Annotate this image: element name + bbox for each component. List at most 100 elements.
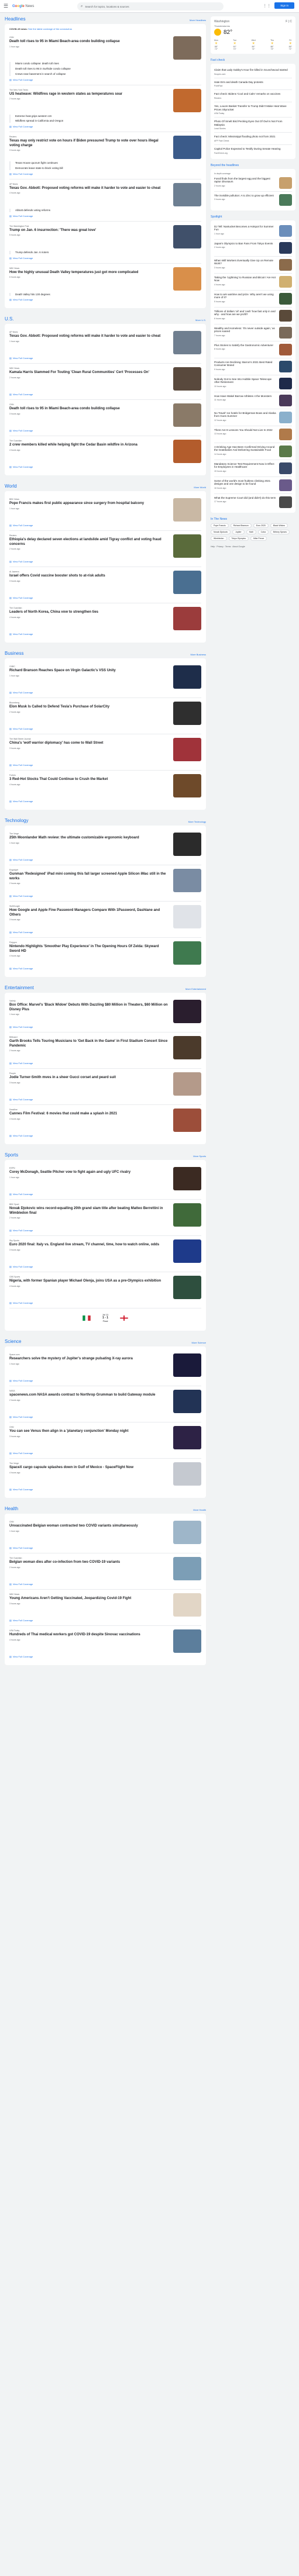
spotlight-thumbnail[interactable] [279, 343, 292, 355]
full-coverage-link[interactable]: ▤ View Full Coverage [9, 78, 201, 81]
story-thumbnail[interactable] [173, 136, 201, 160]
full-coverage-link[interactable]: ▤ View Full Coverage [9, 524, 201, 527]
story-source[interactable]: NASA [9, 1390, 169, 1392]
story-source[interactable]: Engadget [9, 869, 169, 871]
spotlight-thumbnail[interactable] [279, 225, 292, 237]
spotlight-headline[interactable]: What the Supreme Court did (and didn't) … [214, 496, 277, 500]
story-item[interactable]: The Verge SpaceX cargo capsule splashes d… [9, 1459, 201, 1494]
story-headline[interactable]: Garth Brooks Tells Touring Musicians to … [9, 1040, 169, 1048]
story-thumbnail[interactable] [173, 88, 201, 112]
story-source[interactable]: USA Today [9, 1629, 169, 1632]
full-coverage-link[interactable]: ▤ View Full Coverage [9, 691, 201, 694]
full-coverage-link[interactable]: ▤ View Full Coverage [9, 298, 201, 301]
full-coverage-link[interactable]: ▤ View Full Coverage [9, 596, 201, 599]
story-thumbnail[interactable] [173, 833, 201, 857]
full-coverage-link[interactable]: ▤ View Full Coverage [9, 1193, 201, 1196]
beyond-item[interactable]: Fossil finds from the largest egg and th… [214, 175, 292, 192]
related-headline[interactable]: Extreme heat grips western US [15, 115, 201, 118]
fact_check-title[interactable]: Fact check [211, 58, 295, 62]
story-source[interactable]: CNN [9, 36, 169, 39]
beyond-thumbnail[interactable] [279, 177, 292, 189]
story-thumbnail[interactable] [173, 1353, 201, 1377]
story-source[interactable]: 9to5Google [9, 905, 169, 907]
more-link[interactable]: More Health [193, 1508, 206, 1511]
spotlight-headline[interactable]: DJ Tell: Nantucket Becomes a Hotspot for… [214, 225, 277, 232]
apps-grid-icon[interactable]: ⋮⋮ [263, 4, 271, 8]
spotlight-headline[interactable]: Products Are Declining: Barron's 2021 Be… [214, 361, 277, 367]
story-source[interactable]: CBS Sports [9, 1276, 169, 1278]
full-coverage-link[interactable]: ▤ View Full Coverage [9, 931, 201, 934]
more-link[interactable]: More Technology [188, 820, 206, 823]
topic-chip[interactable]: Black Widow [270, 523, 288, 528]
more-link[interactable]: More Headlines [190, 19, 206, 22]
topic-chip[interactable]: Mike Pence [250, 536, 267, 541]
story-thumbnail[interactable] [173, 1521, 201, 1545]
story-headline[interactable]: Belgian woman dies after co-infection fr… [9, 1560, 169, 1565]
full-coverage-link[interactable]: ▤ View Full Coverage [9, 1619, 201, 1622]
spotlight-thumbnail[interactable] [279, 411, 292, 423]
related-headline[interactable]: Wildfires spread in California and Orego… [15, 119, 201, 123]
story-source[interactable]: The Washington Post [9, 225, 169, 227]
weather-card[interactable]: Washington F | C Thunderstorms 82° Mon ☀ 88° 72… [211, 16, 295, 54]
fact_check-headline[interactable]: Yes, Louvre Basket Transfer to Trump Did… [214, 105, 292, 111]
story-item[interactable]: NBC News How the highly unusual Death Val… [9, 264, 201, 305]
story-source[interactable]: Deadline [9, 1109, 169, 1111]
story-source[interactable]: CNN [9, 1426, 169, 1428]
story-thumbnail[interactable] [173, 941, 201, 965]
more-link[interactable]: More Science [192, 1341, 206, 1344]
story-headline[interactable]: How Google and Apple Fine Password Manag… [9, 909, 169, 917]
search-icon[interactable]: ⌕ [81, 5, 83, 9]
story-source[interactable]: NBC News [9, 367, 169, 370]
story-item[interactable]: People Jodie Turner-Smith mves in a sheer… [9, 1069, 201, 1106]
google-news-logo[interactable]: Google News [12, 5, 34, 8]
story-item[interactable]: CNN You can see Venus then align in a 'pl… [9, 1422, 201, 1459]
story-thumbnail[interactable] [173, 1203, 201, 1227]
full-coverage-link[interactable]: ▤ View Full Coverage [9, 800, 201, 803]
story-thumbnail[interactable] [173, 738, 201, 762]
spotlight-thumbnail[interactable] [279, 377, 292, 389]
beyond-thumbnail[interactable] [279, 194, 292, 206]
spotlight-item[interactable]: Some of the world's most fruitless climb… [214, 477, 292, 494]
fact_check-item[interactable]: Yes, Louvre Basket Transfer to Trump Did… [214, 102, 292, 118]
section-title[interactable]: Health [5, 1506, 18, 1511]
story-headline[interactable]: 25th Moonlander Math review: the ultimat… [9, 836, 169, 841]
story-headline[interactable]: Corey McDonagh, Seattle Pitcher vow to f… [9, 1170, 169, 1175]
section-title[interactable]: Headlines [5, 16, 26, 22]
spotlight-item[interactable]: Trillions of dollars 'oil' and 'cash' ho… [214, 308, 292, 324]
related-headline[interactable]: Trump defends Jan. 6 rioters [15, 251, 201, 254]
story-thumbnail[interactable] [173, 774, 201, 798]
spotlight-item[interactable]: Nobody Got to See Into Hubble Space Tele… [214, 375, 292, 392]
story-headline[interactable]: Box Office: Marvel's 'Black Widow' Debut… [9, 1003, 169, 1012]
search-input[interactable]: Search for topics, locations & sources [85, 5, 129, 8]
story-source[interactable]: The Guardian [9, 1557, 169, 1559]
story-item[interactable]: Deadline Cannes Film Festival: 6 movies t… [9, 1105, 201, 1141]
story-source[interactable]: Bloomberg [9, 702, 169, 704]
fact_check-item[interactable]: Fact check: Mississippi flooding photo n… [214, 133, 292, 145]
related-headline[interactable]: Miami condo collapse: death toll rises [15, 62, 201, 65]
story-item[interactable]: The Washington Post Trump on Jan. 6 insur… [9, 222, 201, 264]
search-box[interactable]: ⌕ Search for topics, locations & sources [77, 2, 224, 11]
story-thumbnail[interactable] [173, 1072, 201, 1096]
story-source[interactable]: BBC Sport [9, 1203, 169, 1206]
story-headline[interactable]: How the highly unusual Death Valley temp… [9, 271, 169, 275]
topic-chip[interactable]: Wimbledon [211, 536, 227, 541]
story-source[interactable]: Forbes [9, 774, 169, 776]
topic-chip[interactable]: Novak Djokovic [211, 529, 231, 534]
story-headline[interactable]: Nintendo Highlights 'Smoother Play Exper… [9, 945, 169, 954]
spotlight-headline[interactable]: When Will Workers Eventually Give Up on … [214, 259, 277, 265]
beyond-headline[interactable]: Fossil finds from the largest egg and th… [214, 177, 277, 184]
spotlight-thumbnail[interactable] [279, 309, 292, 322]
spotlight-item[interactable]: Taking the 'Lightning' to Russian and Bi… [214, 274, 292, 291]
story-headline[interactable]: spacenews.com NASA awards contract to No… [9, 1393, 169, 1398]
spotlight-thumbnail[interactable] [279, 462, 292, 474]
story-thumbnail[interactable] [173, 571, 201, 595]
story-thumbnail[interactable] [173, 36, 201, 60]
spotlight-thumbnail[interactable] [279, 292, 292, 305]
story-item[interactable]: CNBC Richard Branson Reaches Space on Vir… [9, 662, 201, 699]
story-thumbnail[interactable] [173, 1426, 201, 1450]
spotlight-thumbnail[interactable] [279, 360, 292, 372]
story-headline[interactable]: Gunman 'Redesigned' iPad mini coming thi… [9, 872, 169, 881]
story-item[interactable]: The Wall Street Journal China's 'wolf war… [9, 734, 201, 771]
story-source[interactable]: Variety [9, 1000, 169, 1002]
story-headline[interactable]: Israel offers Covid vaccine booster shot… [9, 574, 169, 579]
